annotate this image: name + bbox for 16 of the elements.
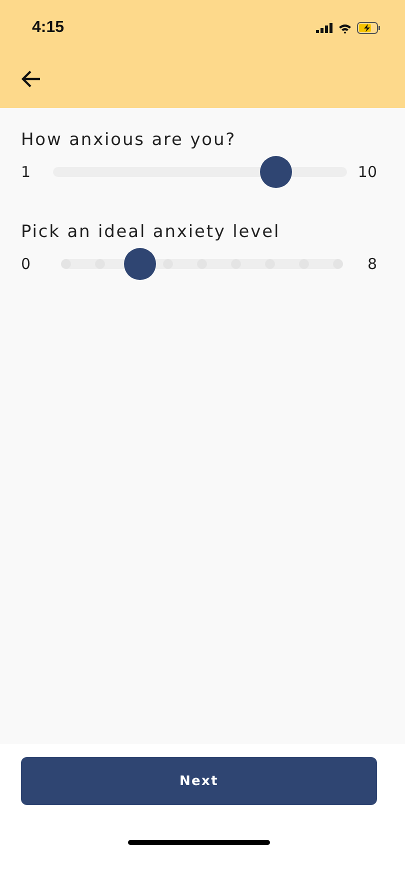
question-label: Pick an ideal anxiety level xyxy=(21,222,282,242)
back-arrow-icon[interactable] xyxy=(21,70,41,88)
wifi-icon xyxy=(338,22,352,34)
slider-thumb[interactable] xyxy=(260,156,292,188)
next-button[interactable]: Next xyxy=(21,757,377,805)
battery-icon xyxy=(357,22,381,34)
question-label: How anxious are you? xyxy=(21,130,238,150)
slider-thumb[interactable] xyxy=(124,248,156,280)
signal-icon xyxy=(316,23,333,33)
slider[interactable] xyxy=(53,156,347,188)
max-label: 10 xyxy=(356,163,377,181)
min-label: 1 xyxy=(21,163,32,181)
slider[interactable] xyxy=(61,248,343,280)
max-label: 8 xyxy=(366,255,377,273)
status-time: 4:15 xyxy=(32,19,64,37)
min-label: 0 xyxy=(21,255,32,273)
